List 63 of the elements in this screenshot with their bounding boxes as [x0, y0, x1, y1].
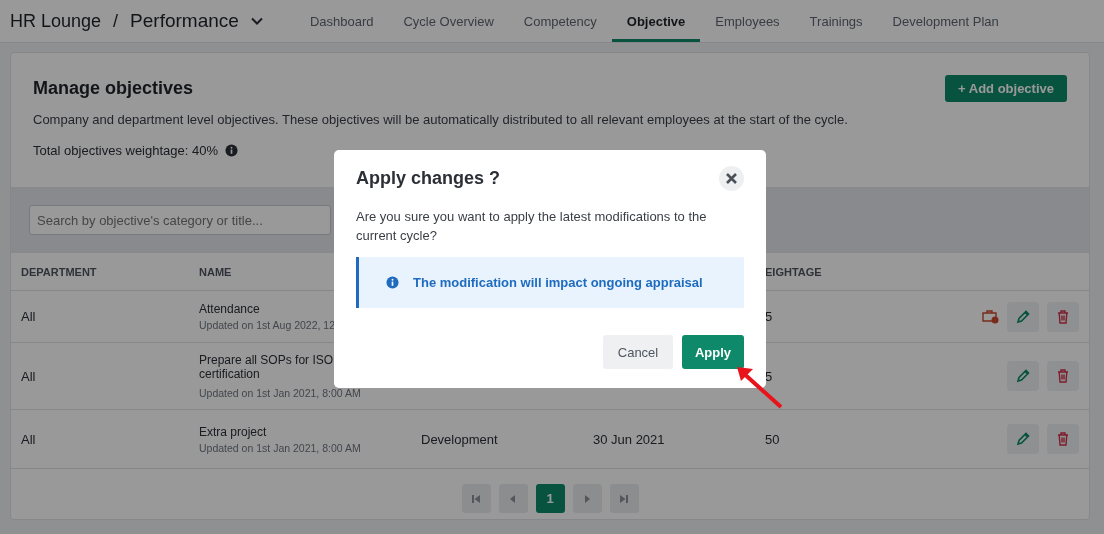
delete-button[interactable] [1047, 301, 1079, 332]
previous-icon [509, 493, 517, 504]
nav-tab[interactable]: Employees [700, 0, 795, 42]
app-title: HR Lounge [10, 10, 102, 32]
table-cell: 5 [765, 309, 773, 324]
updated-date: Updated on 1st Jan 2021, 8:00 AM [199, 387, 361, 399]
edit-button[interactable] [1007, 424, 1039, 454]
page-description: Company and department level objectives. These objectives will be automatically distributed to all relevant employees at the start of the cycle. [33, 112, 849, 127]
first-page-button[interactable] [461, 484, 491, 513]
module-title: Performance [130, 10, 239, 32]
trash-icon [1057, 369, 1069, 383]
nav-tab[interactable]: Objective [611, 0, 701, 42]
table-cell: 50 [765, 431, 780, 447]
close-icon [725, 172, 738, 185]
info-icon[interactable] [225, 144, 238, 157]
breadcrumb-separator: / [113, 10, 119, 32]
pencil-icon [1016, 369, 1030, 383]
notice-text: The modification will impact ongoing appraisal [413, 275, 703, 290]
info-icon [386, 276, 399, 289]
dialog-title: Apply changes ? [356, 168, 501, 189]
nav-tab[interactable]: Development Plan [877, 0, 1014, 42]
close-button[interactable] [719, 166, 744, 191]
weightage-total: Total objectives weightage: 40% [33, 143, 218, 158]
objective-name: Prepare all SOPs for ISO [199, 353, 334, 367]
updated-date: Updated on 1st Aug 2022, 12 [199, 319, 336, 331]
column-header: DEPARTMENT [21, 265, 97, 278]
nav-tab[interactable]: Cycle Overview [388, 0, 509, 42]
nav-tab[interactable]: Trainings [794, 0, 878, 42]
column-header: EIGHTAGE [765, 265, 822, 278]
trash-icon [1057, 309, 1069, 324]
search-field[interactable]: Search by objective's category or title... [29, 205, 331, 235]
objective-name: Attendance [199, 302, 260, 316]
apply-button[interactable]: Apply [682, 335, 744, 369]
column-header: NAME [199, 265, 232, 278]
last-page-button[interactable] [609, 484, 639, 513]
first-page-icon [471, 493, 481, 504]
previous-page-button[interactable] [498, 484, 528, 513]
nav-tab[interactable]: Competency [508, 0, 612, 42]
objective-name: certification [199, 367, 260, 381]
table-cell: All [21, 309, 36, 324]
dialog-message: Are you sure you want to apply the latest modifications to the current cycle? [356, 208, 708, 245]
cancel-button[interactable]: Cancel [603, 335, 673, 369]
pencil-icon [1016, 309, 1030, 324]
next-icon [583, 493, 591, 504]
page-title: Manage objectives [33, 78, 194, 99]
table-cell: All [21, 431, 36, 447]
next-page-button[interactable] [572, 484, 602, 513]
pencil-icon [1016, 432, 1030, 446]
edit-button[interactable] [1007, 361, 1039, 391]
last-page-icon [619, 493, 629, 504]
table-cell: All [21, 368, 36, 384]
delete-button[interactable] [1047, 361, 1079, 391]
trash-icon [1057, 432, 1069, 446]
updated-date: Updated on 1st Jan 2021, 8:00 AM [199, 441, 361, 454]
add-objective-button[interactable]: + Add objective [945, 75, 1067, 102]
objective-name: Extra project [199, 424, 267, 439]
nav-tab[interactable]: Dashboard [294, 0, 389, 42]
delete-button[interactable] [1047, 424, 1079, 454]
page-button[interactable]: 1 [535, 484, 565, 513]
table-cell: 30 Jun 2021 [593, 431, 665, 447]
table-cell: 5 [765, 368, 773, 384]
edit-button[interactable] [1007, 301, 1039, 332]
table-cell: Development [421, 431, 498, 447]
